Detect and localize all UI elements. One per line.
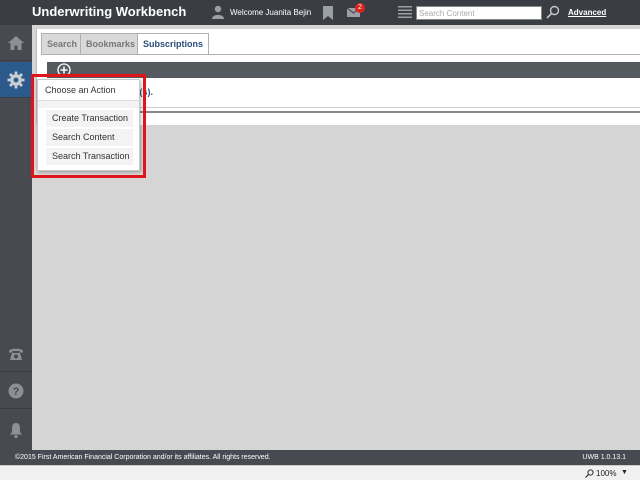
left-sidebar: ? [0,25,32,450]
bookmark-icon[interactable] [323,6,333,20]
menu-icon[interactable] [398,6,412,18]
action-menu-title: Choose an Action [45,85,116,95]
top-header: Underwriting Workbench Welcome Juanita B… [0,0,640,25]
app-title: Underwriting Workbench [32,4,187,19]
phone-icon [9,348,23,360]
home-icon [8,35,24,50]
sidebar-item-home[interactable] [0,25,32,61]
help-icon: ? [8,383,24,398]
zoom-level: 100% [596,469,617,478]
tab-bookmarks[interactable]: Bookmarks [80,33,142,54]
sidebar-item-help[interactable]: ? [0,373,32,409]
svg-text:?: ? [13,386,20,398]
search-transaction-item[interactable]: Search Transaction [46,148,133,165]
gear-icon [7,71,25,88]
zoom-icon [585,469,594,478]
action-menu-divider [38,100,139,108]
panel-toolbar [47,62,640,78]
search-icon[interactable] [546,5,560,19]
welcome-text: Welcome Juanita Bejin [230,8,312,17]
sidebar-item-contact[interactable] [0,336,32,372]
zoom-dropdown-icon[interactable]: ▼ [621,469,628,476]
bell-icon [10,423,22,439]
sidebar-item-notifications[interactable] [0,412,32,448]
copyright-text: ©2015 First American Financial Corporati… [15,454,271,461]
mail-count-badge: 2 [355,3,365,13]
choose-action-menu: Choose an Action Create Transaction Sear… [37,79,140,171]
create-transaction-item[interactable]: Create Transaction [46,110,133,127]
browser-status-bar: 100% ▼ [0,465,640,480]
sidebar-item-settings[interactable] [0,62,32,98]
footer: ©2015 First American Financial Corporati… [0,450,640,465]
version-text: UWB 1.0.13.1 [582,454,626,461]
add-icon[interactable] [57,63,71,77]
user-icon[interactable] [212,5,224,19]
tab-divider [41,54,640,55]
tab-search[interactable]: Search [41,33,84,54]
advanced-search-link[interactable]: Advanced [568,8,606,17]
tab-subscriptions[interactable]: Subscriptions [137,33,210,55]
search-input[interactable] [416,6,542,20]
search-content-item[interactable]: Search Content [46,129,133,146]
